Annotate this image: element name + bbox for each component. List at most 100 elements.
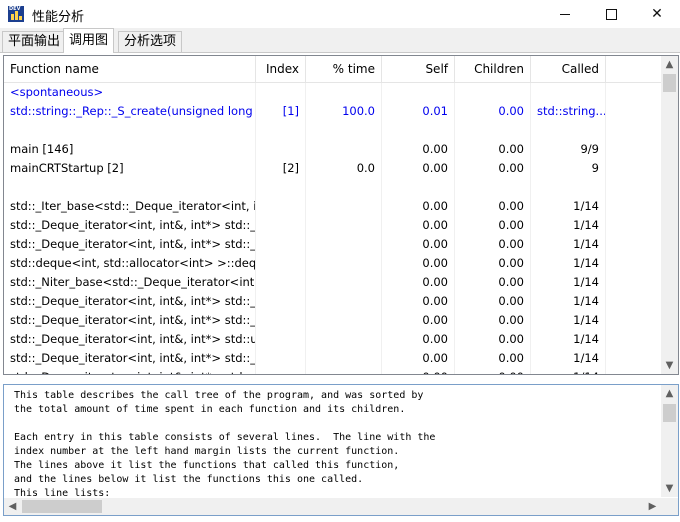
table-row[interactable]: std::_Niter_base<std::_Deque_iterator<in… <box>4 273 664 292</box>
call-graph-table[interactable]: Function name Index % time Self Children… <box>3 55 679 375</box>
table-row[interactable]: mainCRTStartup [2] [2] 0.0 0.00 0.00 9 <box>4 159 664 178</box>
description-panel[interactable]: This table describes the call tree of th… <box>3 384 679 516</box>
column-header-function-name[interactable]: Function name <box>4 56 256 82</box>
cell-function-name: std::_Niter_base<std::_Deque_iterator<in… <box>4 273 256 292</box>
table-row[interactable]: std::_Deque_iterator<int, int&, int*> st… <box>4 235 664 254</box>
table-row[interactable] <box>4 121 664 140</box>
table-row[interactable]: std::_Iter_base<std::_Deque_iterator<int… <box>4 197 664 216</box>
cell-extra <box>606 140 664 159</box>
cell-self: 0.00 <box>382 197 455 216</box>
cell-extra <box>606 330 664 349</box>
scroll-up-icon[interactable]: ▲ <box>661 56 678 73</box>
scroll-thumb[interactable] <box>22 500 102 513</box>
scroll-right-icon[interactable]: ▶ <box>644 498 661 515</box>
cell-function-name <box>4 121 256 140</box>
table-row[interactable]: std::_Deque_iterator<int, int&, int*> st… <box>4 330 664 349</box>
cell-extra <box>606 254 664 273</box>
cell-children: 0.00 <box>455 368 531 374</box>
table-row[interactable]: std::_Deque_iterator<int, int&, int*> st… <box>4 311 664 330</box>
cell-index <box>256 368 306 374</box>
cell-called: 1/14 <box>531 368 606 374</box>
cell-function-name: std::_Iter_base<std::_Deque_iterator<int… <box>4 197 256 216</box>
column-header-self[interactable]: Self <box>382 56 455 82</box>
scroll-down-icon[interactable]: ▼ <box>661 480 678 497</box>
table-row[interactable]: main [146] 0.00 0.00 9/9 <box>4 140 664 159</box>
maximize-button[interactable] <box>588 0 634 28</box>
table-vertical-scrollbar[interactable]: ▲ ▼ <box>661 56 678 374</box>
column-header-percent-time[interactable]: % time <box>306 56 382 82</box>
tab-call-graph[interactable]: 调用图 <box>63 28 115 53</box>
scroll-thumb[interactable] <box>663 404 676 422</box>
cell-called: 9 <box>531 159 606 178</box>
tab-analysis-options[interactable]: 分析选项 <box>118 31 183 52</box>
table-body: <spontaneous> std::string::_Rep::_S_creat… <box>4 83 664 374</box>
cell-self: 0.00 <box>382 311 455 330</box>
table-row[interactable]: std::_Deque_iterator<int, int&, int*> st… <box>4 292 664 311</box>
cell-percent-time <box>306 216 382 235</box>
cell-called: 1/14 <box>531 254 606 273</box>
cell-function-name: std::_Deque_iterator<int, int&, int*> st… <box>4 292 256 311</box>
cell-function-name <box>4 178 256 197</box>
cell-extra <box>606 83 664 102</box>
cell-function-name: std::_Deque_iterator<int, int&, int*> st… <box>4 216 256 235</box>
scroll-thumb[interactable] <box>663 74 676 92</box>
table-row[interactable]: std::deque<int, std::allocator<int> >::d… <box>4 254 664 273</box>
cell-children: 0.00 <box>455 292 531 311</box>
cell-children: 0.00 <box>455 311 531 330</box>
table-row[interactable]: std::_Deque_iterator<int, int&, int*> st… <box>4 216 664 235</box>
cell-percent-time <box>306 368 382 374</box>
column-header-index[interactable]: Index <box>256 56 306 82</box>
description-line <box>14 417 654 431</box>
cell-self: 0.00 <box>382 349 455 368</box>
column-header-extra <box>606 56 664 82</box>
cell-index <box>256 140 306 159</box>
description-line: index number at the left hand margin lis… <box>14 446 400 457</box>
close-button[interactable]: ✕ <box>634 0 680 28</box>
cell-extra <box>606 102 664 121</box>
cell-index: [1] <box>256 102 306 121</box>
scroll-down-icon[interactable]: ▼ <box>661 357 678 374</box>
cell-children: 0.00 <box>455 140 531 159</box>
column-header-children[interactable]: Children <box>455 56 531 82</box>
description-line: and the lines below it list the function… <box>14 474 364 485</box>
cell-children <box>455 121 531 140</box>
cell-index <box>256 254 306 273</box>
cell-extra <box>606 292 664 311</box>
cell-extra <box>606 197 664 216</box>
cell-index <box>256 178 306 197</box>
table-row[interactable] <box>4 178 664 197</box>
scroll-up-icon[interactable]: ▲ <box>661 385 678 402</box>
cell-called: 9/9 <box>531 140 606 159</box>
cell-extra <box>606 178 664 197</box>
cell-index <box>256 235 306 254</box>
cell-called: 1/14 <box>531 311 606 330</box>
description-line: This table describes the call tree of th… <box>14 390 424 401</box>
cell-called: 1/14 <box>531 197 606 216</box>
description-vertical-scrollbar[interactable]: ▲ ▼ <box>661 385 678 497</box>
cell-function-name: mainCRTStartup [2] <box>4 159 256 178</box>
table-row[interactable]: std::_Deque_iterator<int, int&, int*> st… <box>4 349 664 368</box>
cell-called <box>531 83 606 102</box>
column-header-called[interactable]: Called <box>531 56 606 82</box>
cell-percent-time <box>306 330 382 349</box>
minimize-button[interactable] <box>542 0 588 28</box>
cell-index <box>256 216 306 235</box>
table-header: Function name Index % time Self Children… <box>4 56 664 83</box>
cell-called: 1/14 <box>531 235 606 254</box>
cell-called: 1/14 <box>531 273 606 292</box>
cell-self: 0.00 <box>382 292 455 311</box>
tab-flat-output[interactable]: 平面输出 <box>2 31 67 52</box>
dev-profile-icon: DEV <box>8 6 24 22</box>
cell-called: 1/14 <box>531 330 606 349</box>
cell-children <box>455 83 531 102</box>
table-row[interactable]: <spontaneous> <box>4 83 664 102</box>
cell-percent-time <box>306 235 382 254</box>
scroll-left-icon[interactable]: ◀ <box>4 498 21 515</box>
description-horizontal-scrollbar[interactable]: ◀ ▶ <box>4 498 678 515</box>
cell-children: 0.00 <box>455 349 531 368</box>
cell-children: 0.00 <box>455 235 531 254</box>
table-row[interactable]: std::string::_Rep::_S_create(unsigned lo… <box>4 102 664 121</box>
cell-percent-time <box>306 197 382 216</box>
table-row[interactable]: std::_Deque_iterator<int, int&, int*> st… <box>4 368 664 374</box>
description-line: Each entry in this table consists of sev… <box>14 432 436 443</box>
